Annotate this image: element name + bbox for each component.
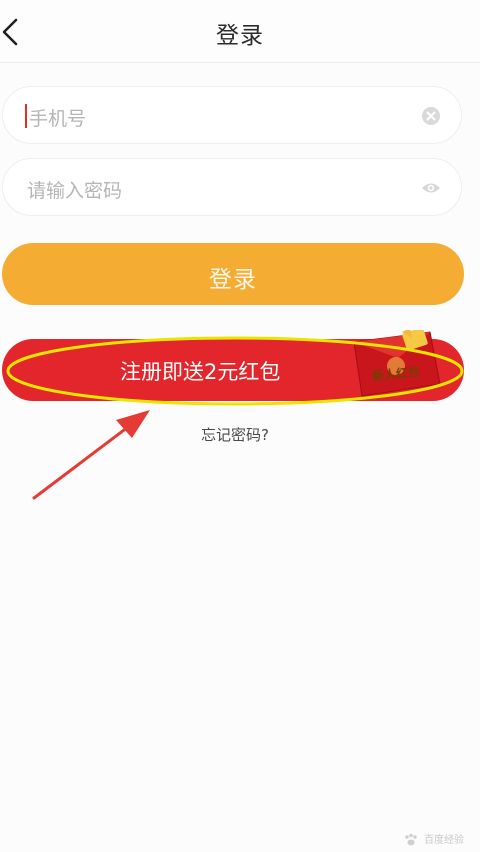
page-title: 登录 [216,23,264,49]
password-visibility-toggle[interactable] [421,178,441,198]
text-cursor [25,104,27,128]
clear-circle-icon [422,107,440,125]
paw-icon [405,833,417,846]
login-button-label: 登录 [209,267,257,293]
clear-input-button[interactable] [421,106,441,126]
password-field[interactable]: 请输入密码 [2,158,462,216]
watermark: 百度经验 [424,835,464,846]
phone-placeholder: 手机号 [29,108,87,130]
phone-field[interactable]: 手机号 [2,86,462,144]
forgot-password-link[interactable]: 忘记密码? [0,424,470,445]
login-screen: 登录 手机号 请输入密码 登录 注册即送2元红包 新人红包 忘记密码? 百度经验 [0,0,480,852]
nav-bar: 登录 [0,0,480,63]
password-placeholder: 请输入密码 [27,180,123,202]
login-button[interactable]: 登录 [2,243,464,305]
register-button-label: 注册即送2元红包 [120,360,281,384]
eye-icon [422,183,440,193]
red-arrow-annotation [32,410,150,500]
